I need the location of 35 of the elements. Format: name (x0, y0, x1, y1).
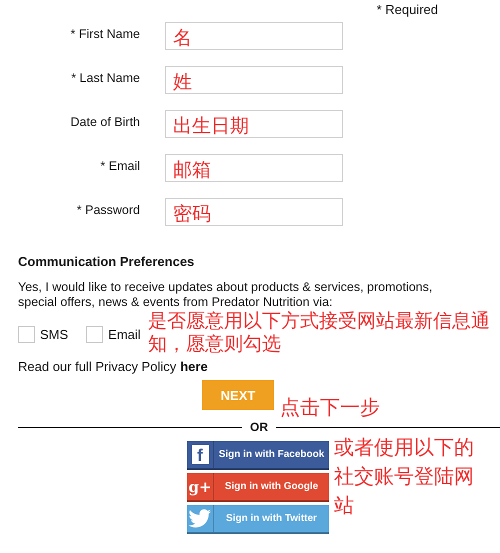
field-label: Date of Birth (70, 115, 140, 129)
field-label: * Last Name (70, 71, 140, 85)
annotation-text: 或者使用以下的社交账号登陆网站 (334, 434, 475, 519)
input-field[interactable]: 邮箱 (165, 154, 343, 182)
checkbox[interactable] (18, 326, 35, 343)
checkbox-label: SMS (40, 327, 68, 342)
bird-icon (188, 508, 212, 528)
google-plus-icon: g+ (188, 478, 212, 496)
required-note: * Required (376, 2, 438, 19)
privacy-link[interactable]: here (180, 359, 208, 374)
input-field[interactable]: 出生日期 (165, 110, 343, 138)
checkbox[interactable] (86, 326, 104, 343)
input-field[interactable]: 名 (165, 22, 343, 50)
facebook-icon: f (192, 445, 208, 464)
checkbox-label: Email (108, 327, 141, 342)
annotation-text: 名 (173, 26, 192, 50)
annotation-text: 姓 (173, 70, 192, 94)
consent-text: Yes, I would like to receive updates about products & services, promotions, special offers, news & events from Predator Nutrition via: (18, 280, 434, 310)
annotation-text: 点击下一步 (280, 394, 380, 421)
annotation-text: 密码 (173, 202, 211, 226)
social-sign-in-button[interactable]: f Sign in with Facebook (187, 441, 329, 470)
annotation-text: 邮箱 (173, 158, 211, 182)
next-button[interactable]: NEXT (202, 380, 274, 410)
input-field[interactable]: 姓 (165, 66, 343, 94)
annotation-text: 出生日期 (173, 114, 249, 138)
input-field[interactable]: 密码 (165, 198, 343, 226)
divider-label: OR (250, 420, 268, 434)
field-label: * Email (99, 159, 140, 173)
field-label: * First Name (70, 27, 140, 41)
social-sign-in-button[interactable]: g+ Sign in with Google (187, 473, 329, 502)
annotation-text: 是否愿意用以下方式接受网站最新信息通知，愿意则勾选 (148, 310, 491, 356)
field-label: * Password (76, 203, 140, 217)
section-heading: Communication Preferences (18, 254, 196, 269)
privacy-text: Read our full Privacy Policy (18, 359, 176, 374)
social-sign-in-button[interactable]: Sign in with Twitter (187, 505, 329, 534)
